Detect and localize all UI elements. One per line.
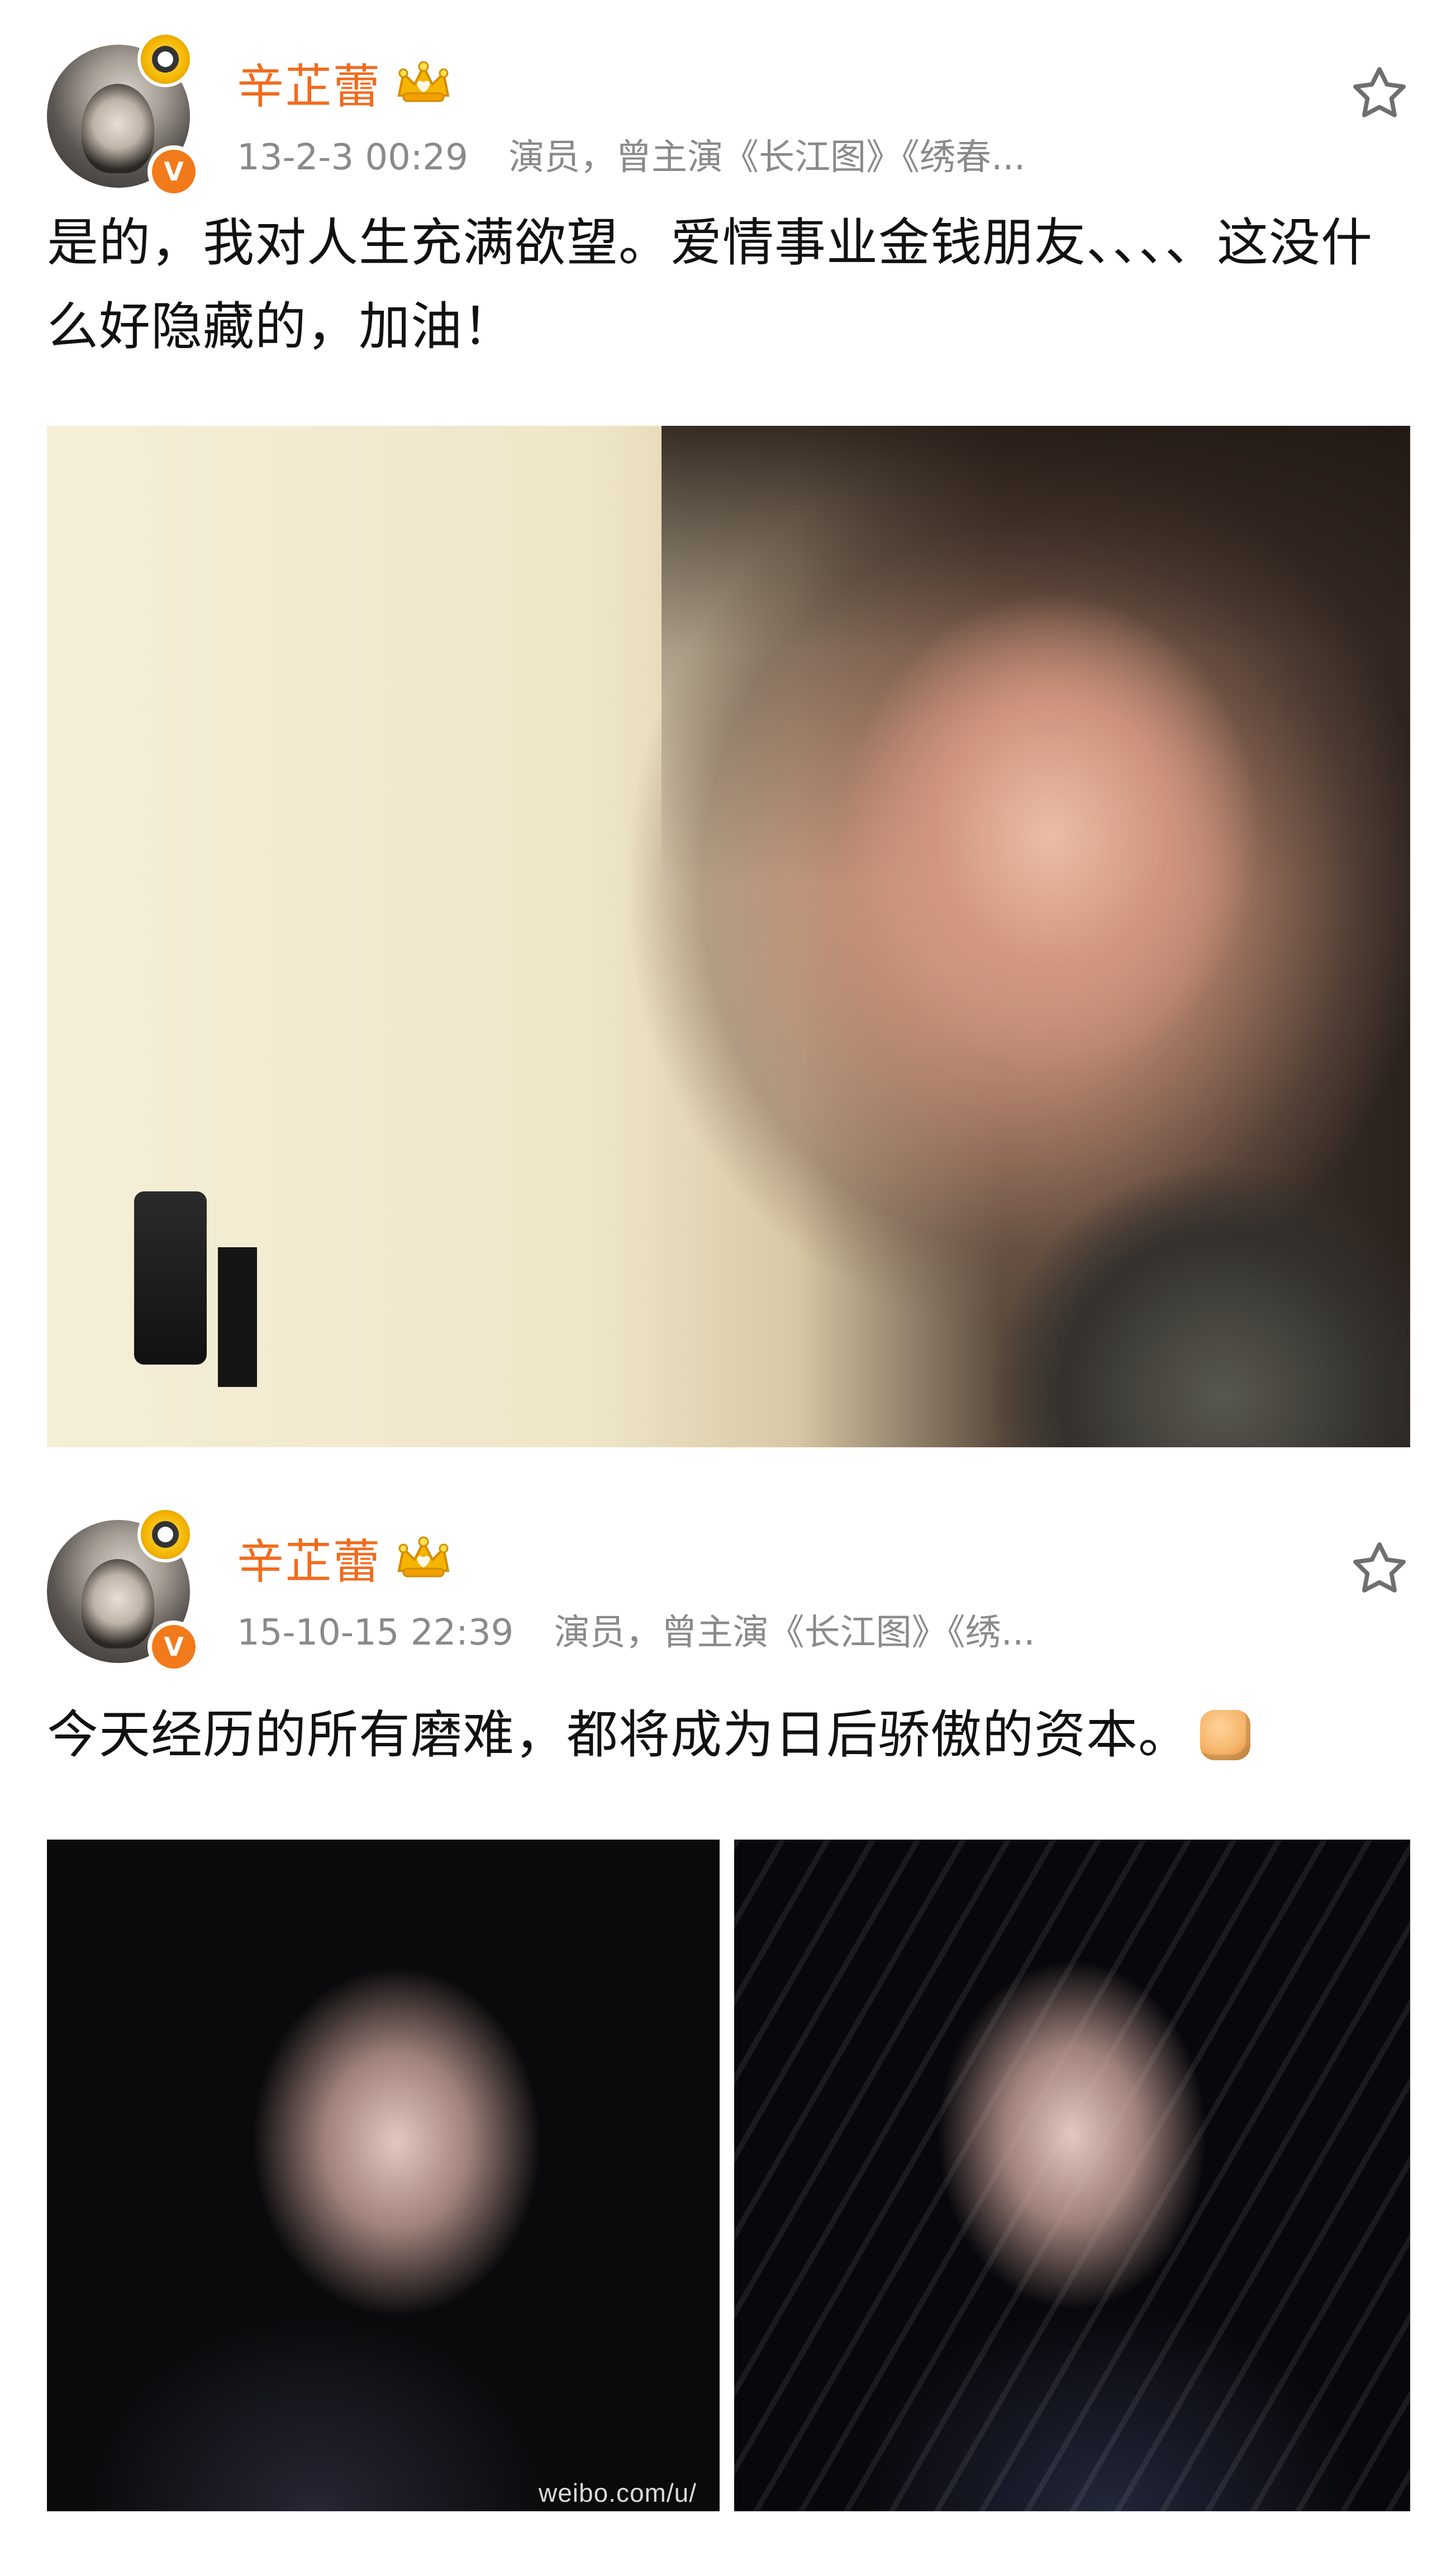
star-icon[interactable] [1349, 1538, 1410, 1599]
username[interactable]: 辛芷蕾 [237, 1524, 381, 1592]
user-avatar[interactable]: V [47, 35, 200, 198]
avatar-pendant-icon [141, 1510, 190, 1559]
user-row: 辛芷蕾 [237, 1524, 454, 1591]
post-meta: 13-2-3 00:29 演员，曾主演《长江图》《绣春... [237, 129, 1025, 180]
avatar-pendant-icon [141, 35, 190, 84]
crown-icon [393, 61, 454, 104]
post-header: V 辛芷蕾 15-10-15 22:39 演员，曾主演《长江图》《绣... [47, 1510, 1410, 1673]
post-text: 是的，我对人生充满欲望。爱情事业金钱朋友、、、、这没什么好隐藏的，加油！ [47, 213, 1373, 357]
post-photo-right[interactable] [734, 1840, 1410, 2511]
post-time: 15-10-15 22:39 [237, 1612, 514, 1654]
user-info: 演员，曾主演《长江图》《绣... [554, 1612, 1035, 1654]
post-meta: 15-10-15 22:39 演员，曾主演《长江图》《绣... [237, 1604, 1035, 1655]
watermark-text: weibo.com/u/ [539, 2478, 697, 2507]
post-time: 13-2-3 00:29 [237, 137, 468, 178]
verified-v-badge-icon: V [147, 145, 200, 198]
username[interactable]: 辛芷蕾 [237, 49, 381, 117]
fist-emoji [1200, 1710, 1251, 1760]
post-text-row: 今天经历的所有磨难，都将成为日后骄傲的资本。 [47, 1693, 1410, 1777]
post-header: V 辛芷蕾 13-2-3 00:29 演员，曾主演《长江图》《绣春... [47, 35, 1410, 198]
verified-v-badge-icon: V [147, 1621, 200, 1673]
user-avatar[interactable]: V [47, 1510, 200, 1673]
weibo-post-2: V 辛芷蕾 15-10-15 22:39 演员，曾主演《长江图》《绣... 今天… [0, 1475, 1456, 2561]
star-icon[interactable] [1349, 63, 1410, 124]
post-text: 今天经历的所有磨难，都将成为日后骄傲的资本。 [47, 1705, 1191, 1765]
weibo-post-1: V 辛芷蕾 13-2-3 00:29 演员，曾主演《长江图》《绣春... 是的，… [0, 0, 1456, 1475]
post-photo-left[interactable]: weibo.com/u/ [47, 1840, 720, 2511]
user-info: 演员，曾主演《长江图》《绣春... [508, 137, 1026, 178]
crown-icon [393, 1536, 454, 1580]
post-photo[interactable] [47, 426, 1410, 1447]
user-row: 辛芷蕾 [237, 49, 454, 116]
